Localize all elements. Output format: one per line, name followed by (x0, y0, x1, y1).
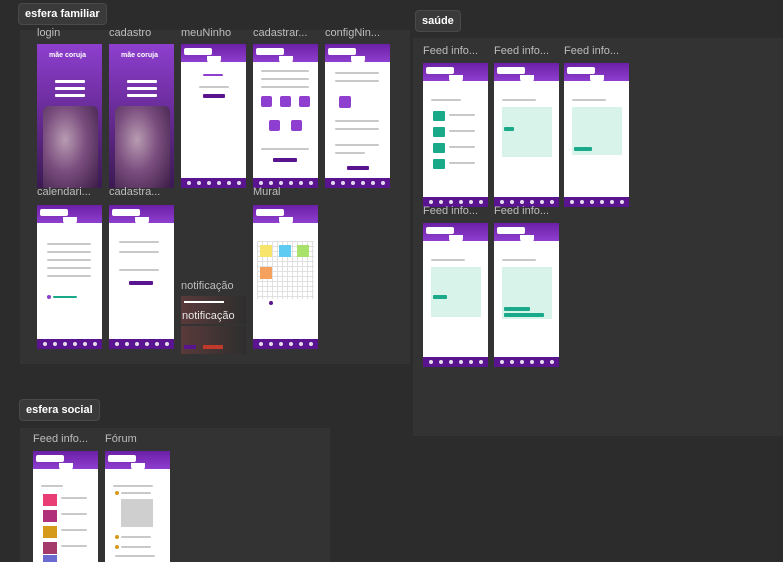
app-header (181, 44, 246, 66)
frame-label-notificacao[interactable]: notificação (181, 280, 247, 292)
frame-forum[interactable] (105, 451, 170, 562)
frame-cadastra[interactable] (109, 205, 174, 349)
app-header (564, 63, 629, 85)
app-header (494, 63, 559, 85)
app-header (325, 44, 390, 66)
frame-label-config[interactable]: configNin... (325, 27, 391, 39)
frame-saude-feed-1[interactable] (423, 63, 488, 207)
frame-label-cadastrar[interactable]: cadastrar... (253, 27, 319, 39)
frame-meuninho[interactable] (181, 44, 246, 188)
frame-label-saude-feed-3[interactable]: Feed info... (564, 45, 630, 57)
mother-child-photo (43, 106, 98, 188)
bottom-nav[interactable] (564, 197, 629, 207)
frame-label-mural[interactable]: Mural (253, 186, 319, 198)
bottom-nav[interactable] (325, 178, 390, 188)
frame-calendario[interactable] (37, 205, 102, 349)
bottom-nav[interactable] (181, 178, 246, 188)
submit-button[interactable] (273, 158, 297, 162)
frame-login[interactable]: mãe coruja (37, 44, 102, 188)
app-header (109, 205, 174, 227)
frame-cadastrar[interactable] (253, 44, 318, 188)
app-header (423, 63, 488, 85)
section-tag-saude[interactable]: saúde (415, 10, 461, 32)
frame-mural[interactable] (253, 205, 318, 349)
frame-label-cadastra[interactable]: cadastra... (109, 186, 175, 198)
frame-label-saude-feed-5[interactable]: Feed info... (494, 205, 560, 217)
primary-button[interactable] (203, 94, 225, 98)
app-header (253, 205, 318, 227)
bottom-nav[interactable] (37, 339, 102, 349)
section-tag-social[interactable]: esfera social (19, 399, 100, 421)
brand-logo: mãe coruja (121, 52, 158, 59)
bottom-nav[interactable] (109, 339, 174, 349)
save-button[interactable] (347, 166, 369, 170)
frame-label-calendario[interactable]: calendari... (37, 186, 103, 198)
brand-logo: mãe coruja (49, 52, 86, 59)
app-header (33, 451, 98, 473)
app-header (494, 223, 559, 245)
notification-card[interactable] (181, 326, 246, 354)
login-email-field[interactable] (55, 80, 85, 83)
frame-label-saude-feed-1[interactable]: Feed info... (423, 45, 489, 57)
notification-title (184, 301, 224, 303)
frame-saude-feed-5[interactable] (494, 223, 559, 367)
signup-field[interactable] (127, 94, 157, 97)
frame-label-saude-feed-4[interactable]: Feed info... (423, 205, 489, 217)
notification-overlay-label: notificação (182, 310, 235, 322)
frame-cadastro[interactable]: mãe coruja (109, 44, 174, 188)
frame-label-cadastro[interactable]: cadastro (109, 27, 175, 39)
signup-field[interactable] (127, 80, 157, 83)
submit-button[interactable] (129, 281, 153, 285)
frame-label-forum[interactable]: Fórum (105, 433, 171, 445)
app-header (423, 223, 488, 245)
bottom-nav[interactable] (494, 357, 559, 367)
frame-config[interactable] (325, 44, 390, 188)
login-extra-field[interactable] (55, 94, 85, 97)
bottom-nav[interactable] (253, 339, 318, 349)
app-header (253, 44, 318, 66)
signup-field[interactable] (127, 87, 157, 90)
mother-child-photo (115, 106, 170, 188)
frame-label-social-feed[interactable]: Feed info... (33, 433, 99, 445)
app-header (105, 451, 170, 473)
frame-social-feed[interactable] (33, 451, 98, 562)
frame-label-saude-feed-2[interactable]: Feed info... (494, 45, 560, 57)
frame-label-meuninho[interactable]: meuNinho (181, 27, 247, 39)
login-password-field[interactable] (55, 87, 85, 90)
frame-label-login[interactable]: login (37, 27, 103, 39)
section-tag-familiar[interactable]: esfera familiar (18, 3, 107, 25)
frame-saude-feed-4[interactable] (423, 223, 488, 367)
app-header (37, 205, 102, 227)
bottom-nav[interactable] (423, 357, 488, 367)
frame-saude-feed-3[interactable] (564, 63, 629, 207)
frame-saude-feed-2[interactable] (494, 63, 559, 207)
